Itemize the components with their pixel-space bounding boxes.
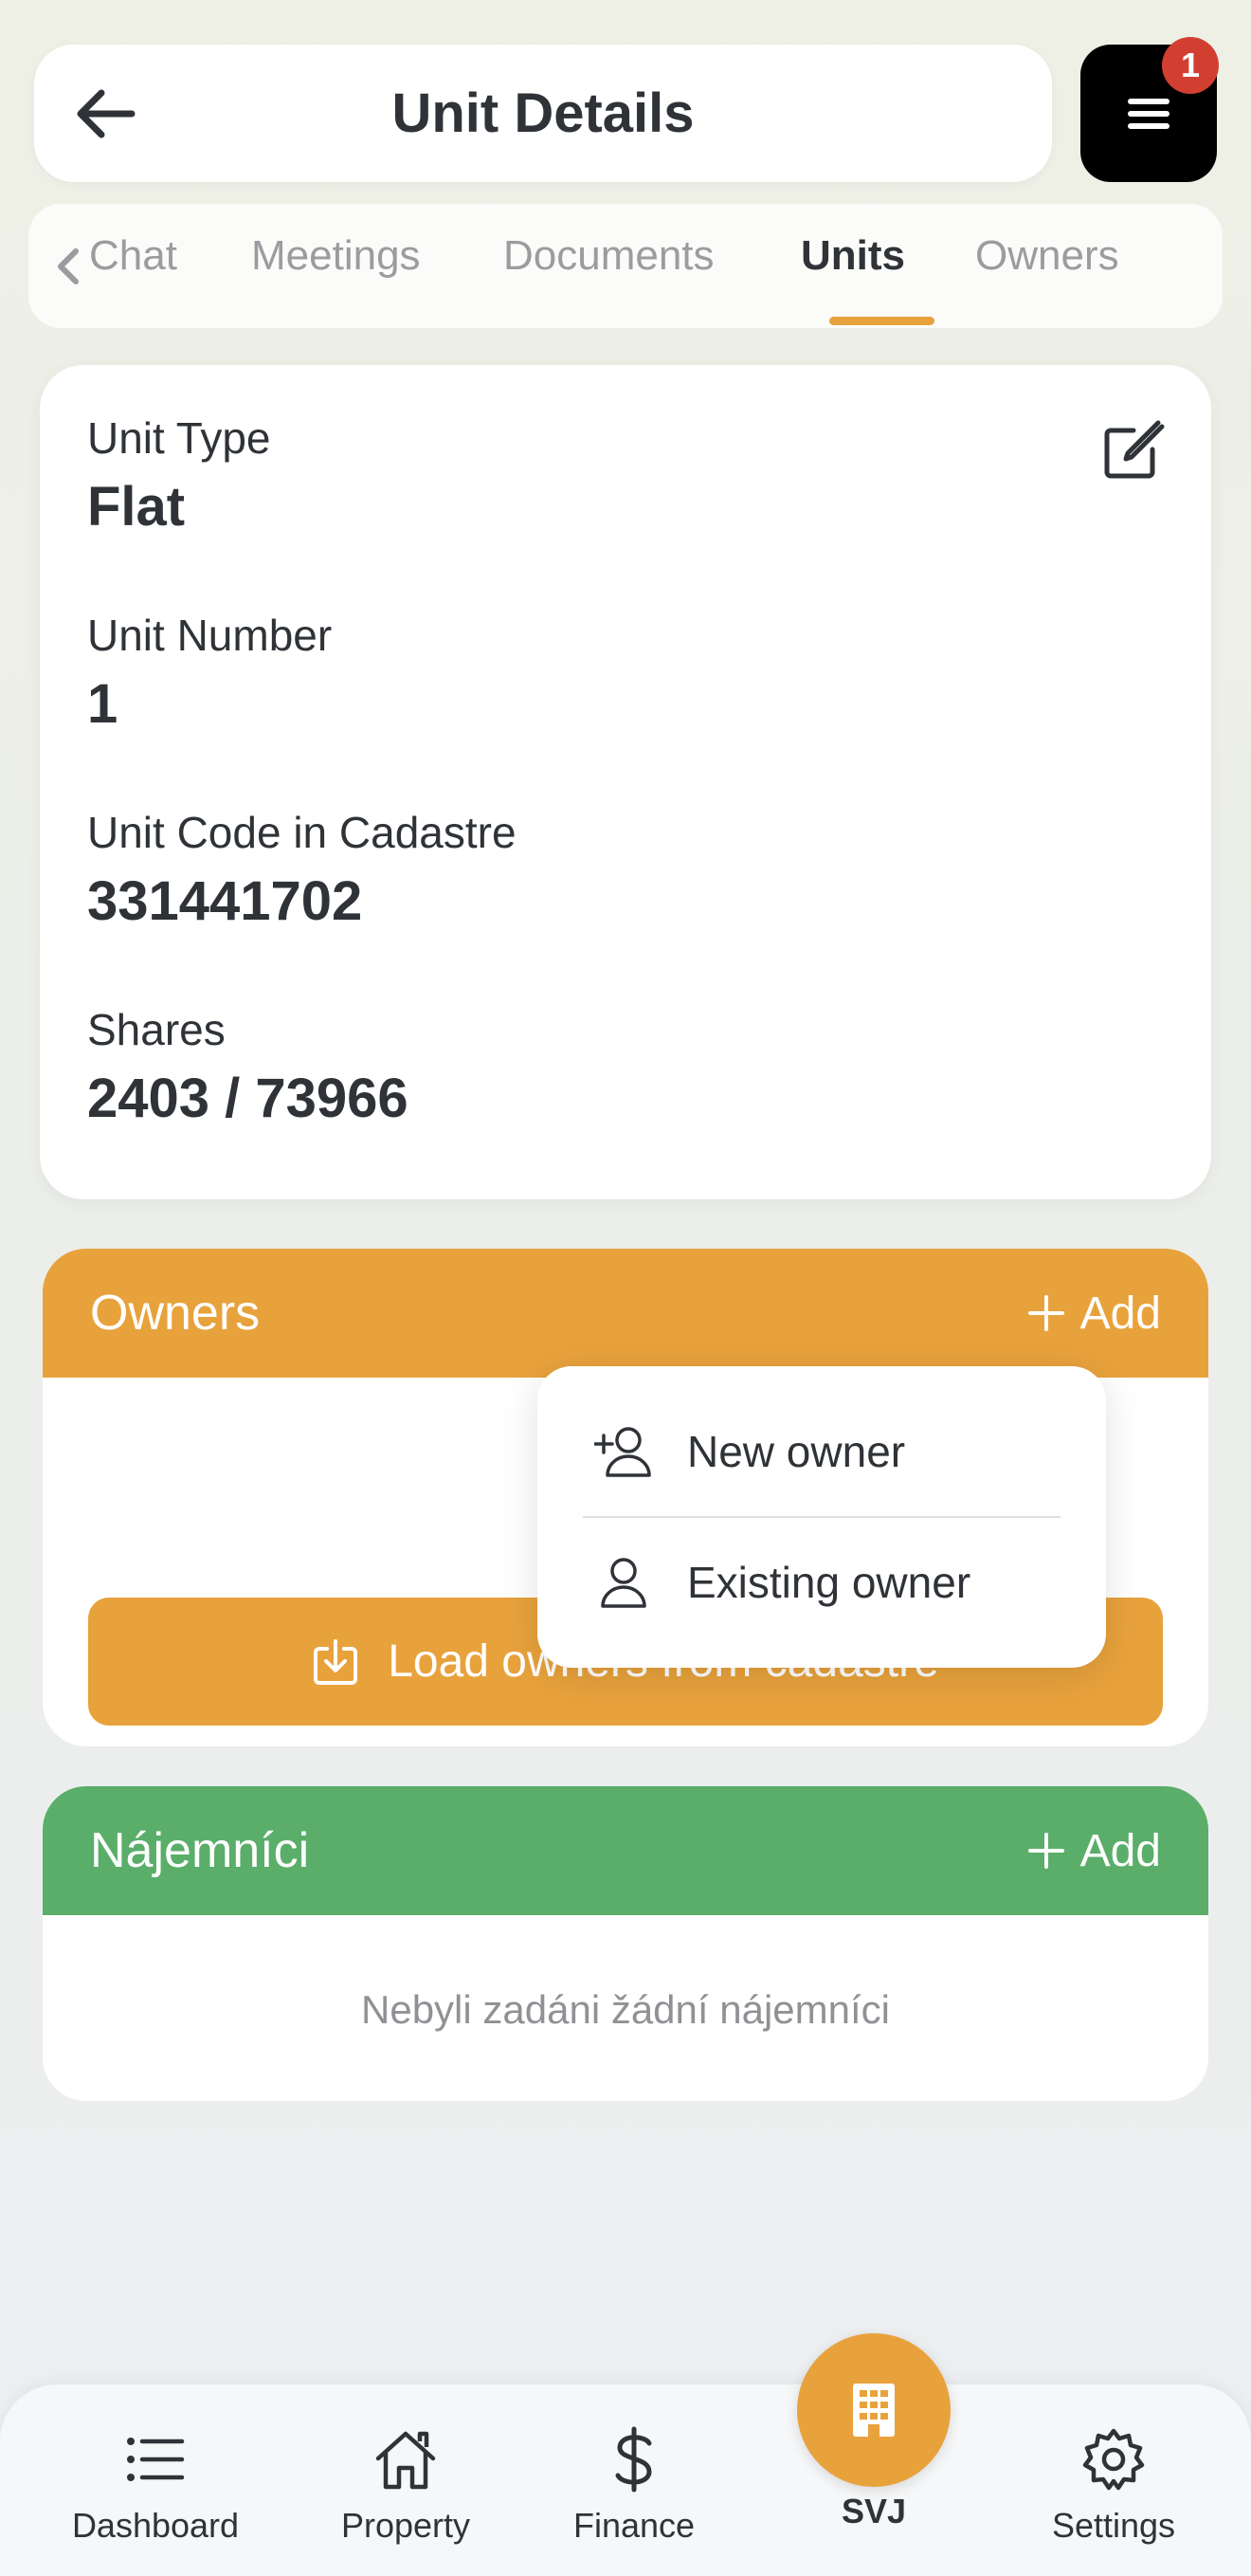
hamburger-icon <box>1128 98 1169 129</box>
owners-header: Owners Add <box>43 1249 1208 1378</box>
nav-finance[interactable]: Finance <box>530 2422 738 2546</box>
plus-icon <box>1027 1295 1064 1331</box>
arrow-left-icon <box>77 89 136 138</box>
tab-units[interactable]: Units <box>801 232 905 280</box>
cadastre-code-label: Unit Code in Cadastre <box>87 808 517 857</box>
shares-label: Shares <box>87 1005 226 1054</box>
tab-meetings[interactable]: Meetings <box>251 232 421 280</box>
dollar-icon <box>615 2426 652 2493</box>
unit-info-card: Unit Type Flat Unit Number 1 Unit Code i… <box>40 365 1211 1199</box>
owners-title: Owners <box>90 1286 261 1341</box>
tenants-header: Nájemníci Add <box>43 1786 1208 1915</box>
header-bar: Unit Details <box>34 45 1052 182</box>
edit-icon[interactable] <box>1099 417 1166 484</box>
cadastre-code-value: 331441702 <box>87 870 363 932</box>
person-add-icon <box>594 1427 651 1477</box>
nav-property-label: Property <box>340 2506 471 2545</box>
tenants-section: Nájemníci Add Nebyli zadáni žádní nájemn… <box>43 1786 1208 2101</box>
unit-number-value: 1 <box>87 673 118 735</box>
gear-icon <box>1082 2428 1145 2491</box>
section-tabs: Chat Meetings Documents Units Owners <box>28 204 1223 328</box>
tenants-empty-text: Nebyli zadáni žádní nájemníci <box>361 1987 890 2032</box>
plus-icon <box>1027 1833 1064 1869</box>
unit-type-label: Unit Type <box>87 413 271 463</box>
existing-owner-label: Existing owner <box>687 1558 971 1607</box>
menu-item-new-owner[interactable]: New owner <box>537 1387 1106 1516</box>
building-icon <box>853 2384 895 2437</box>
download-icon <box>314 1638 358 1685</box>
shares-value: 2403 / 73966 <box>87 1068 408 1129</box>
unit-type-value: Flat <box>87 476 186 538</box>
nav-svj-label: SVJ <box>841 2492 907 2530</box>
nav-dashboard[interactable]: Dashboard <box>51 2422 260 2546</box>
menu-item-existing-owner[interactable]: Existing owner <box>537 1518 1106 1647</box>
back-button[interactable] <box>72 81 138 147</box>
page-title: Unit Details <box>391 82 695 144</box>
nav-svj-button[interactable] <box>797 2333 951 2487</box>
list-icon <box>127 2438 185 2481</box>
nav-property[interactable]: Property <box>301 2422 510 2546</box>
chevron-left-icon[interactable] <box>49 246 87 287</box>
unit-number-label: Unit Number <box>87 611 333 660</box>
tenants-title: Nájemníci <box>90 1823 310 1878</box>
nav-dashboard-label: Dashboard <box>71 2506 240 2545</box>
bottom-navigation: Dashboard Property Finance Settings <box>0 2384 1251 2576</box>
notification-badge: 1 <box>1162 37 1219 94</box>
add-owner-label: Add <box>1079 1288 1161 1339</box>
tab-chat[interactable]: Chat <box>89 232 177 280</box>
home-icon <box>375 2431 436 2490</box>
nav-settings[interactable]: Settings <box>1009 2422 1218 2546</box>
person-icon <box>601 1558 646 1608</box>
active-tab-indicator <box>829 317 934 325</box>
nav-settings-label: Settings <box>1051 2506 1176 2545</box>
add-tenant-label: Add <box>1079 1825 1161 1876</box>
tab-owners[interactable]: Owners <box>975 232 1119 280</box>
tab-documents[interactable]: Documents <box>503 232 715 280</box>
add-tenant-button[interactable]: Add <box>1027 1825 1161 1877</box>
add-owner-menu: New owner Existing owner <box>537 1366 1106 1668</box>
add-owner-button[interactable]: Add <box>1027 1288 1161 1340</box>
nav-finance-label: Finance <box>572 2506 696 2545</box>
new-owner-label: New owner <box>687 1427 906 1476</box>
